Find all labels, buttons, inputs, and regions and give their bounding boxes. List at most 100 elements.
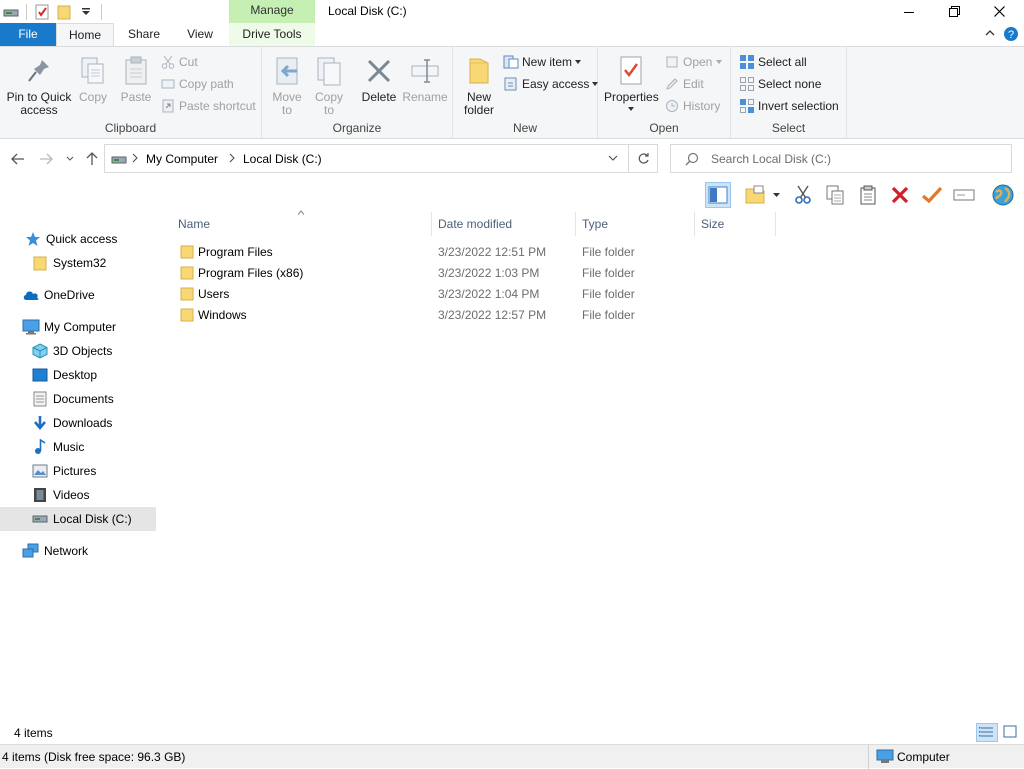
forward-button[interactable] <box>36 150 56 168</box>
nav-my-computer[interactable]: My Computer <box>0 315 156 339</box>
nav-desktop[interactable]: Desktop <box>0 363 156 387</box>
up-button[interactable] <box>82 150 102 168</box>
cut-toolbar-button[interactable] <box>790 182 816 208</box>
copy-button[interactable]: Copy <box>76 55 110 104</box>
pin-to-quick-access-button[interactable]: Pin to Quick access <box>4 55 74 117</box>
help-icon[interactable]: ? <box>1003 26 1019 42</box>
file-type: File folder <box>582 245 635 259</box>
globe-toolbar-button[interactable] <box>990 182 1016 208</box>
paste-button[interactable]: Paste <box>116 55 156 104</box>
nav-music[interactable]: Music <box>0 435 156 459</box>
folder-icon <box>180 308 194 329</box>
nav-onedrive[interactable]: OneDrive <box>0 283 156 307</box>
computer-icon <box>876 749 894 764</box>
nav-network[interactable]: Network <box>0 539 156 563</box>
delete-toolbar-button[interactable] <box>887 182 913 208</box>
status-divider <box>868 745 869 769</box>
details-view-button[interactable] <box>976 723 998 742</box>
delete-button[interactable]: Delete <box>358 55 400 104</box>
view-dropdown-arrow-icon[interactable] <box>770 182 782 208</box>
close-button[interactable] <box>976 0 1022 23</box>
column-header-date[interactable]: Date modified <box>432 212 576 236</box>
tab-share[interactable]: Share <box>116 23 172 46</box>
easy-access-button[interactable]: Easy access <box>503 74 599 94</box>
select-all-button[interactable]: Select all <box>739 52 807 72</box>
breadcrumb-chevron-icon[interactable] <box>229 153 235 163</box>
nav-system32[interactable]: System32 <box>0 251 156 275</box>
custom-toolbar <box>700 180 1024 210</box>
restore-button[interactable] <box>931 0 977 23</box>
rename-button[interactable]: Rename <box>402 55 448 104</box>
copy-label: Copy <box>78 90 107 104</box>
copy-to-button[interactable]: Copy to <box>310 55 348 117</box>
checkmark-icon <box>921 186 943 204</box>
preview-pane-icon <box>708 186 728 204</box>
globe-icon <box>992 184 1014 206</box>
properties-icon[interactable] <box>31 2 53 22</box>
paste-shortcut-button[interactable]: Paste shortcut <box>160 96 256 116</box>
item-count: 4 items <box>14 726 53 740</box>
view-folder-button[interactable] <box>742 182 768 208</box>
nav-pictures[interactable]: Pictures <box>0 459 156 483</box>
nav-3d-objects[interactable]: 3D Objects <box>0 339 156 363</box>
properties-toolbar-button[interactable] <box>919 182 945 208</box>
select-none-button[interactable]: Select none <box>739 74 821 94</box>
breadcrumb-local-disk[interactable]: Local Disk (C:) <box>243 152 322 166</box>
new-folder-icon[interactable] <box>53 2 75 22</box>
edit-button[interactable]: Edit <box>664 74 704 94</box>
history-button[interactable]: History <box>664 96 720 116</box>
nav-downloads[interactable]: Downloads <box>0 411 156 435</box>
large-icons-view-button[interactable] <box>1001 724 1021 742</box>
new-item-button[interactable]: New item <box>503 52 582 72</box>
drive-icon[interactable] <box>0 2 22 22</box>
address-dropdown-icon[interactable] <box>608 155 618 162</box>
new-folder-button[interactable]: New folder <box>459 55 499 117</box>
copy-path-button[interactable]: Copy path <box>160 74 234 94</box>
breadcrumb-my-computer[interactable]: My Computer <box>146 152 218 166</box>
tab-file[interactable]: File <box>0 23 56 46</box>
copy-icon <box>77 55 109 87</box>
table-row[interactable]: Program Files (x86) 3/23/2022 1:03 PM Fi… <box>174 263 774 284</box>
move-to-button[interactable]: Move to <box>268 55 306 117</box>
table-row[interactable]: Program Files 3/23/2022 12:51 PM File fo… <box>174 242 774 263</box>
copy-icon <box>826 185 844 205</box>
paste-toolbar-button[interactable] <box>855 182 881 208</box>
search-input[interactable]: Search Local Disk (C:) <box>711 152 831 166</box>
breadcrumb-chevron-icon[interactable] <box>132 153 138 163</box>
file-name: Windows <box>198 308 247 322</box>
tab-view[interactable]: View <box>174 23 226 46</box>
refresh-button[interactable] <box>628 144 658 173</box>
nav-documents[interactable]: Documents <box>0 387 156 411</box>
preview-pane-button[interactable] <box>705 182 731 208</box>
copy-toolbar-button[interactable] <box>822 182 848 208</box>
nav-videos[interactable]: Videos <box>0 483 156 507</box>
invert-selection-button[interactable]: Invert selection <box>739 96 839 116</box>
copy-to-label-2: to <box>323 103 334 117</box>
pin-label-2: access <box>20 103 58 117</box>
open-button[interactable]: Open <box>664 52 723 72</box>
new-group: New folder New item Easy access New <box>453 47 599 139</box>
window-title: Local Disk (C:) <box>328 4 407 18</box>
file-type: File folder <box>582 308 635 322</box>
properties-button[interactable]: Properties <box>604 55 659 111</box>
customize-qat-icon[interactable] <box>75 2 97 22</box>
recent-locations-chevron-icon[interactable] <box>62 150 78 168</box>
tab-drive-tools[interactable]: Drive Tools <box>229 23 315 46</box>
column-header-size[interactable]: Size <box>695 212 776 236</box>
column-header-type[interactable]: Type <box>576 212 695 236</box>
tab-home[interactable]: Home <box>56 23 114 47</box>
back-button[interactable] <box>8 150 28 168</box>
copy-path-label: Copy path <box>179 77 234 91</box>
collapse-ribbon-icon[interactable] <box>984 27 996 39</box>
new-item-label: New item <box>522 55 573 69</box>
nav-quick-access[interactable]: Quick access <box>0 227 156 251</box>
minimize-button[interactable] <box>886 0 932 23</box>
address-bar[interactable]: My Computer Local Disk (C:) <box>104 144 658 173</box>
search-box[interactable]: Search Local Disk (C:) <box>670 144 1012 173</box>
rename-toolbar-button[interactable] <box>951 182 977 208</box>
table-row[interactable]: Users 3/23/2022 1:04 PM File folder <box>174 284 774 305</box>
column-header-name[interactable]: Name <box>172 212 432 236</box>
cut-button[interactable]: Cut <box>160 52 198 72</box>
table-row[interactable]: Windows 3/23/2022 12:57 PM File folder <box>174 305 774 326</box>
nav-local-disk[interactable]: Local Disk (C:) <box>0 507 156 531</box>
